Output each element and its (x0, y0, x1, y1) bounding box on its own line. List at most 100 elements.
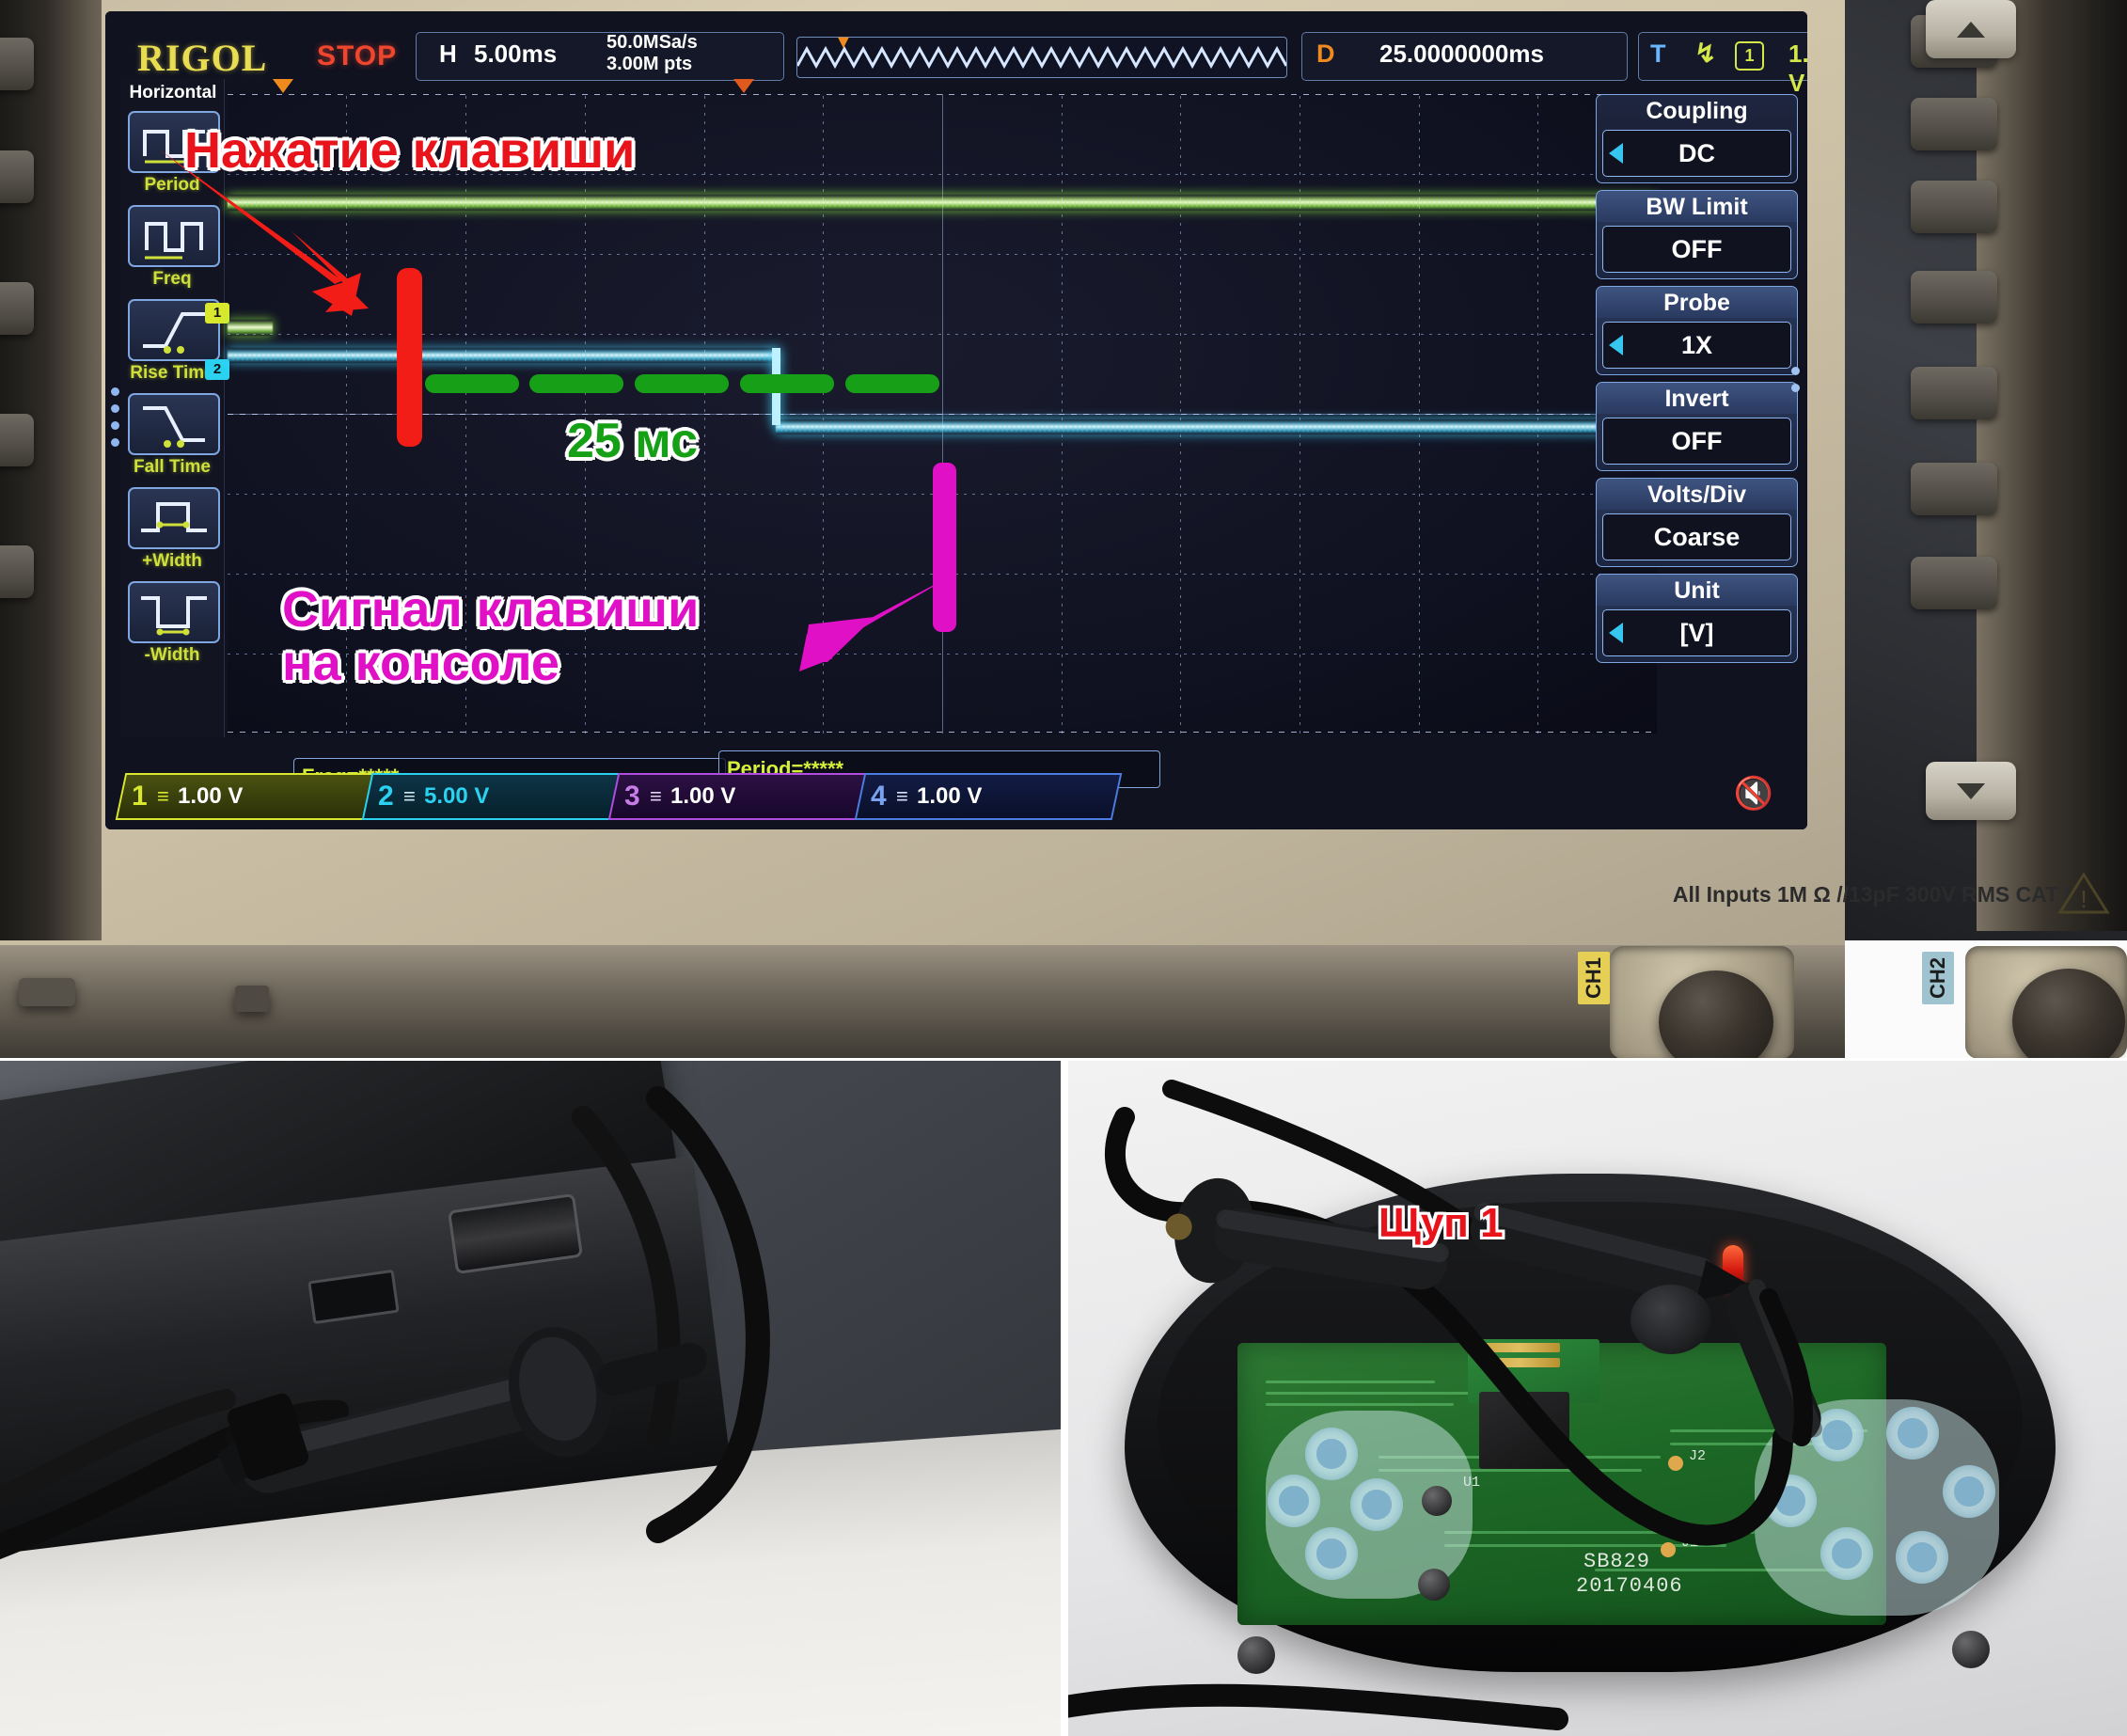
thumbstick-mount (1631, 1285, 1711, 1354)
menu-item-unit[interactable]: Unit [V] (1596, 574, 1798, 663)
duration-dash-2 (529, 374, 623, 393)
channel-1-status[interactable]: 1 ≡ 1.00 V (115, 773, 384, 820)
dc-coupling-icon: ≡ (156, 784, 168, 808)
annotation-key-press: Нажатие клавиши (184, 122, 636, 179)
channel-4-status[interactable]: 4 ≡ 1.00 V (854, 773, 1123, 820)
channel-4-number: 4 (871, 781, 887, 812)
menu-value-bw-limit[interactable]: OFF (1602, 226, 1791, 273)
ch2-ground-marker[interactable]: 2 (205, 359, 229, 380)
probe-cables-left (0, 1086, 770, 1560)
softkey-menu: Coupling DC BW Limit OFF Probe 1X Invert… (1596, 94, 1800, 670)
positive-width-icon (128, 487, 220, 549)
softkey-button-3[interactable] (1911, 181, 1997, 233)
softkey-button-7[interactable] (1911, 557, 1997, 609)
dc-coupling-icon: ≡ (895, 784, 907, 808)
photo-console-with-probe2: Щуп 2 (0, 1061, 1061, 1736)
channel-status-bar: 1 ≡ 1.00 V 2 ≡ 5.00 V 3 ≡ 1.00 V 4 ≡ 1.0… (115, 773, 1123, 820)
softkey-button-4[interactable] (1911, 271, 1997, 324)
left-button-1[interactable] (0, 38, 34, 90)
timebase-value: 5.00ms (474, 39, 558, 68)
measurement-sidebar-title: Horizontal (129, 83, 217, 103)
menu-item-volts-div[interactable]: Volts/Div Coarse (1596, 478, 1798, 567)
channel-3-scale: 1.00 V (670, 783, 735, 809)
annotation-console-signal: Сигнал клавиши на консоле (282, 581, 700, 691)
sidebar-item-negative-width[interactable]: -Width (128, 581, 220, 666)
left-button-5[interactable] (0, 545, 34, 598)
run-status: STOP (317, 40, 398, 71)
sidebar-label-negative-width: -Width (144, 645, 200, 665)
front-panel-vent-2 (235, 986, 269, 1012)
negative-width-icon (128, 581, 220, 643)
nav-up-button[interactable] (1926, 0, 2016, 58)
sidebar-label-positive-width: +Width (142, 551, 202, 571)
delay-position-marker[interactable] (733, 79, 754, 93)
nav-down-button[interactable] (1926, 762, 2016, 820)
menu-item-probe[interactable]: Probe 1X (1596, 286, 1798, 375)
sidebar-label-fall-time: Fall Time (133, 457, 211, 477)
duration-dash-1 (425, 374, 519, 393)
waveform-preview[interactable] (796, 37, 1287, 78)
menu-title-probe: Probe (1597, 287, 1797, 318)
channel-3-status[interactable]: 3 ≡ 1.00 V (607, 773, 876, 820)
front-panel-vent (19, 978, 75, 1006)
channel-2-scale: 5.00 V (423, 783, 489, 809)
trigger-position-marker[interactable] (273, 79, 293, 93)
annotation-probe-1: Щуп 1 (1379, 1200, 1504, 1246)
sidebar-item-positive-width[interactable]: +Width (128, 487, 220, 572)
ch1-noise-band (228, 199, 1657, 207)
probe-cables-right (1068, 1080, 1823, 1730)
channel-2-number: 2 (378, 781, 394, 812)
trigger-source-badge: 1 (1735, 41, 1764, 71)
photo-gamepad-pcb-with-probe1: U1 J2 J1 SB829 20170406 (1068, 1061, 2127, 1736)
menu-scroll-dots (1791, 367, 1800, 401)
menu-title-bw-limit: BW Limit (1597, 191, 1797, 222)
softkey-button-2[interactable] (1911, 98, 1997, 150)
menu-value-invert[interactable]: OFF (1602, 418, 1791, 465)
sidebar-item-fall-time[interactable]: Fall Time (128, 393, 220, 478)
menu-value-unit[interactable]: [V] (1602, 609, 1791, 656)
bezel-left-shadow (0, 0, 102, 940)
menu-item-coupling[interactable]: Coupling DC (1596, 94, 1798, 183)
channel-2-status[interactable]: 2 ≡ 5.00 V (361, 773, 630, 820)
chevron-down-icon (1957, 782, 1985, 799)
chevron-left-icon (1609, 335, 1623, 355)
softkey-button-5[interactable] (1911, 367, 1997, 419)
trigger-level-value: 1.60 V (1788, 39, 1807, 97)
rigol-logo: RIGOL (137, 37, 268, 79)
delay-value: 25.0000000ms (1379, 39, 1544, 68)
preview-trigger-marker: ▼ (834, 32, 853, 53)
menu-title-unit: Unit (1597, 575, 1797, 606)
delay-label: D (1316, 39, 1335, 68)
softkey-button-6[interactable] (1911, 463, 1997, 515)
fall-time-icon (128, 393, 220, 455)
oscilloscope-photo: CH1 CH2 All Inputs 1M Ω //13pF 300V RMS … (0, 0, 2127, 1058)
menu-item-bw-limit[interactable]: BW Limit OFF (1596, 190, 1798, 279)
bezel-bottom-strip (0, 945, 2127, 1058)
menu-title-invert: Invert (1597, 383, 1797, 414)
duration-dash-5 (845, 374, 939, 393)
ch2-port-tag: CH2 (1922, 952, 1954, 1005)
left-button-3[interactable] (0, 282, 34, 335)
ch2-low-noise (228, 353, 776, 360)
ch2-high-noise (776, 424, 1657, 432)
channel-4-scale: 1.00 V (916, 783, 982, 809)
rising-edge-icon: ↯ (1694, 39, 1717, 68)
ch1-port-tag: CH1 (1578, 952, 1610, 1005)
menu-value-probe[interactable]: 1X (1602, 322, 1791, 369)
warning-triangle-icon: ! (2057, 872, 2110, 914)
menu-value-coupling[interactable]: DC (1602, 130, 1791, 177)
trigger-label: T (1650, 39, 1666, 68)
chevron-up-icon (1957, 21, 1985, 38)
left-button-4[interactable] (0, 414, 34, 466)
speaker-mute-icon[interactable]: 🔇 (1734, 775, 1773, 813)
menu-item-invert[interactable]: Invert OFF (1596, 382, 1798, 471)
sidebar-label-rise-time: Rise Time (130, 363, 214, 383)
sample-rate-value: 50.0MSa/s 3.00M pts (607, 32, 698, 74)
channel-3-number: 3 (624, 781, 640, 812)
left-button-2[interactable] (0, 150, 34, 203)
annotation-duration: 25 мс (567, 414, 698, 468)
menu-title-coupling: Coupling (1646, 98, 1748, 124)
sidebar-scroll-dots (111, 387, 119, 455)
horizontal-info-box[interactable] (416, 32, 784, 81)
menu-value-volts-div[interactable]: Coarse (1602, 513, 1791, 560)
